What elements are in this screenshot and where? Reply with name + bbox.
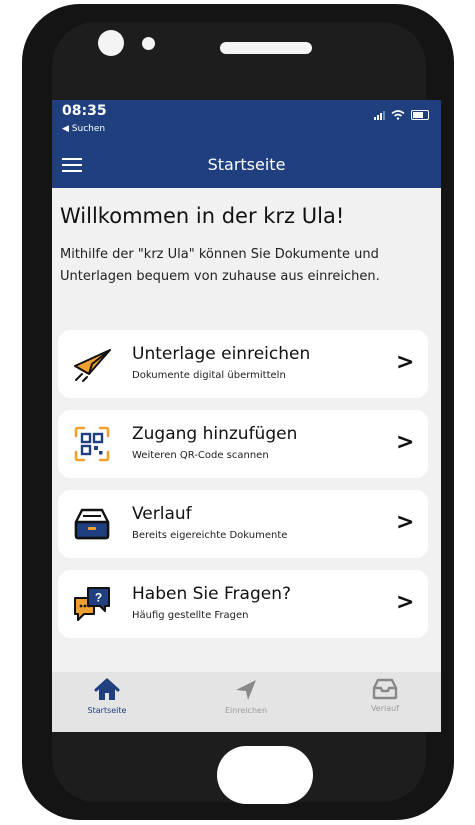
tab-einreichen[interactable]: Einreichen	[196, 678, 296, 715]
signal-icon	[374, 110, 385, 120]
tab-label: Einreichen	[224, 706, 268, 715]
svg-text:?: ?	[95, 591, 102, 605]
nav-bar: Startseite	[52, 142, 441, 188]
menu-card-title: Zugang hinzufügen	[132, 424, 298, 444]
menu-card-title: Verlauf	[132, 504, 192, 524]
chevron-right-icon: >	[396, 510, 415, 535]
qr-code-icon	[74, 426, 110, 462]
wifi-icon	[391, 110, 405, 120]
status-icons	[374, 110, 429, 120]
app-screen: 08:35 ◀ Suchen Startseite Willkommen in …	[52, 100, 441, 732]
back-label: Suchen	[71, 124, 106, 134]
menu-card-submit-document[interactable]: Unterlage einreichen Dokumente digital ü…	[58, 330, 428, 398]
tab-label: Startseite	[87, 706, 127, 715]
paper-plane-icon	[236, 680, 256, 700]
welcome-heading: Willkommen in der krz Ula!	[60, 204, 345, 228]
home-icon	[94, 678, 120, 700]
menu-card-add-access[interactable]: Zugang hinzufügen Weiteren QR-Code scann…	[58, 410, 428, 478]
paper-plane-icon	[74, 349, 111, 382]
home-button[interactable]	[217, 746, 313, 804]
menu-card-subtitle: Bereits eigereichte Dokumente	[132, 530, 288, 541]
earpiece-speaker	[220, 42, 312, 54]
status-bar: 08:35 ◀ Suchen	[52, 100, 441, 142]
main-content: Willkommen in der krz Ula! Mithilfe der …	[52, 188, 441, 672]
inbox-icon	[372, 678, 398, 700]
tab-label: Verlauf	[370, 704, 400, 713]
menu-card-subtitle: Häufig gestellte Fragen	[132, 610, 249, 621]
chevron-right-icon: >	[396, 350, 415, 375]
back-to-app-link[interactable]: ◀ Suchen	[62, 124, 105, 134]
menu-card-history[interactable]: Verlauf Bereits eigereichte Dokumente >	[58, 490, 428, 558]
proximity-sensor	[142, 37, 155, 50]
page-title: Startseite	[207, 155, 286, 174]
chevron-right-icon: >	[396, 590, 415, 615]
status-time: 08:35	[62, 103, 107, 119]
menu-card-faq[interactable]: ? Haben Sie Fragen? Häufig gestellte Fra…	[58, 570, 428, 638]
tab-bar: Startseite Einreichen Verlauf	[52, 672, 441, 732]
chat-question-icon: ?	[74, 587, 110, 621]
menu-card-subtitle: Weiteren QR-Code scannen	[132, 450, 269, 461]
tab-startseite[interactable]: Startseite	[57, 678, 157, 715]
battery-icon	[411, 110, 429, 120]
menu-card-title: Haben Sie Fragen?	[132, 584, 292, 604]
menu-card-title: Unterlage einreichen	[132, 344, 311, 364]
welcome-intro: Mithilfe der "krz Ula" können Sie Dokume…	[60, 247, 380, 284]
tab-verlauf[interactable]: Verlauf	[335, 678, 435, 713]
inbox-tray-icon	[74, 508, 110, 540]
menu-card-subtitle: Dokumente digital übermitteln	[132, 370, 286, 381]
chevron-right-icon: >	[396, 430, 415, 455]
front-camera	[98, 30, 124, 56]
